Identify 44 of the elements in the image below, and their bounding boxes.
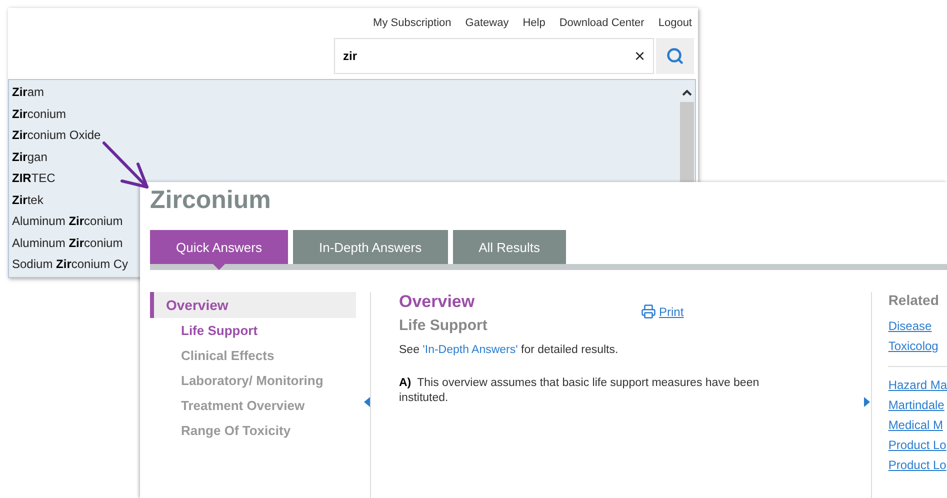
search-button[interactable] — [656, 38, 694, 74]
top-nav-link[interactable]: Download Center — [559, 17, 644, 29]
in-depth-link[interactable]: 'In-Depth Answers' — [422, 344, 518, 356]
suggestion-item[interactable]: Ziram — [12, 85, 44, 99]
print-link[interactable]: Print — [641, 304, 684, 319]
section-heading: Overview — [399, 292, 476, 312]
suggestion-item[interactable]: ZIRTEC — [12, 171, 56, 185]
section-subheading: Life Support — [399, 317, 488, 334]
suggestion-item[interactable]: Aluminum Zirconium — [12, 236, 123, 250]
nav-subitem[interactable]: Range Of Toxicity — [181, 423, 291, 438]
nav-item[interactable]: Overview — [150, 292, 356, 318]
tab[interactable]: Quick Answers — [150, 230, 288, 264]
page-title: Zirconium — [150, 186, 272, 216]
nav-subitem[interactable]: Clinical Effects — [181, 348, 274, 363]
related-link[interactable]: Product Lo — [888, 455, 947, 475]
top-nav-link[interactable]: Gateway — [465, 17, 509, 29]
related-link[interactable]: Product Lo — [888, 435, 947, 455]
related-heading: Related — [888, 292, 940, 308]
suggestion-item[interactable]: Zirgan — [12, 150, 48, 164]
pointer-arrow — [102, 142, 148, 188]
tab[interactable]: In-Depth Answers — [292, 230, 448, 264]
up-caret-icon[interactable] — [681, 88, 693, 98]
related-link[interactable]: Hazard Ma — [888, 375, 947, 395]
note-text: See 'In-Depth Answers' for detailed results. — [399, 344, 620, 356]
nav-subitem[interactable]: Life Support — [181, 323, 258, 338]
tab-pointer-icon — [212, 264, 225, 270]
search-icon — [666, 47, 684, 65]
top-nav-link[interactable]: Logout — [658, 17, 692, 29]
related-link[interactable]: Martindale — [888, 395, 947, 415]
suggestion-item[interactable]: Zirconium — [12, 106, 66, 120]
suggestion-item[interactable]: Sodium Zirconium Cy — [12, 257, 128, 271]
printer-icon — [641, 304, 656, 319]
top-nav-link[interactable]: Help — [522, 17, 546, 29]
top-nav-link[interactable]: My Subscription — [373, 17, 452, 29]
related-link[interactable]: Disease — [888, 316, 947, 336]
tab[interactable]: All Results — [452, 230, 566, 264]
related-link[interactable]: Medical M — [888, 415, 947, 435]
nav-subitem[interactable]: Laboratory/ Monitoring — [181, 373, 324, 388]
overview-paragraph: A) This overview assumes that basic life support measures have been instituted. — [399, 376, 760, 406]
suggestion-item[interactable]: Zirconium Oxide — [12, 128, 101, 142]
nav-subitem[interactable]: Treatment Overview — [181, 398, 305, 413]
suggestion-item[interactable]: Zirtek — [12, 192, 44, 206]
suggestion-item[interactable]: Aluminum Zirconium — [12, 214, 123, 228]
related-link[interactable]: Toxicolog — [888, 336, 947, 356]
